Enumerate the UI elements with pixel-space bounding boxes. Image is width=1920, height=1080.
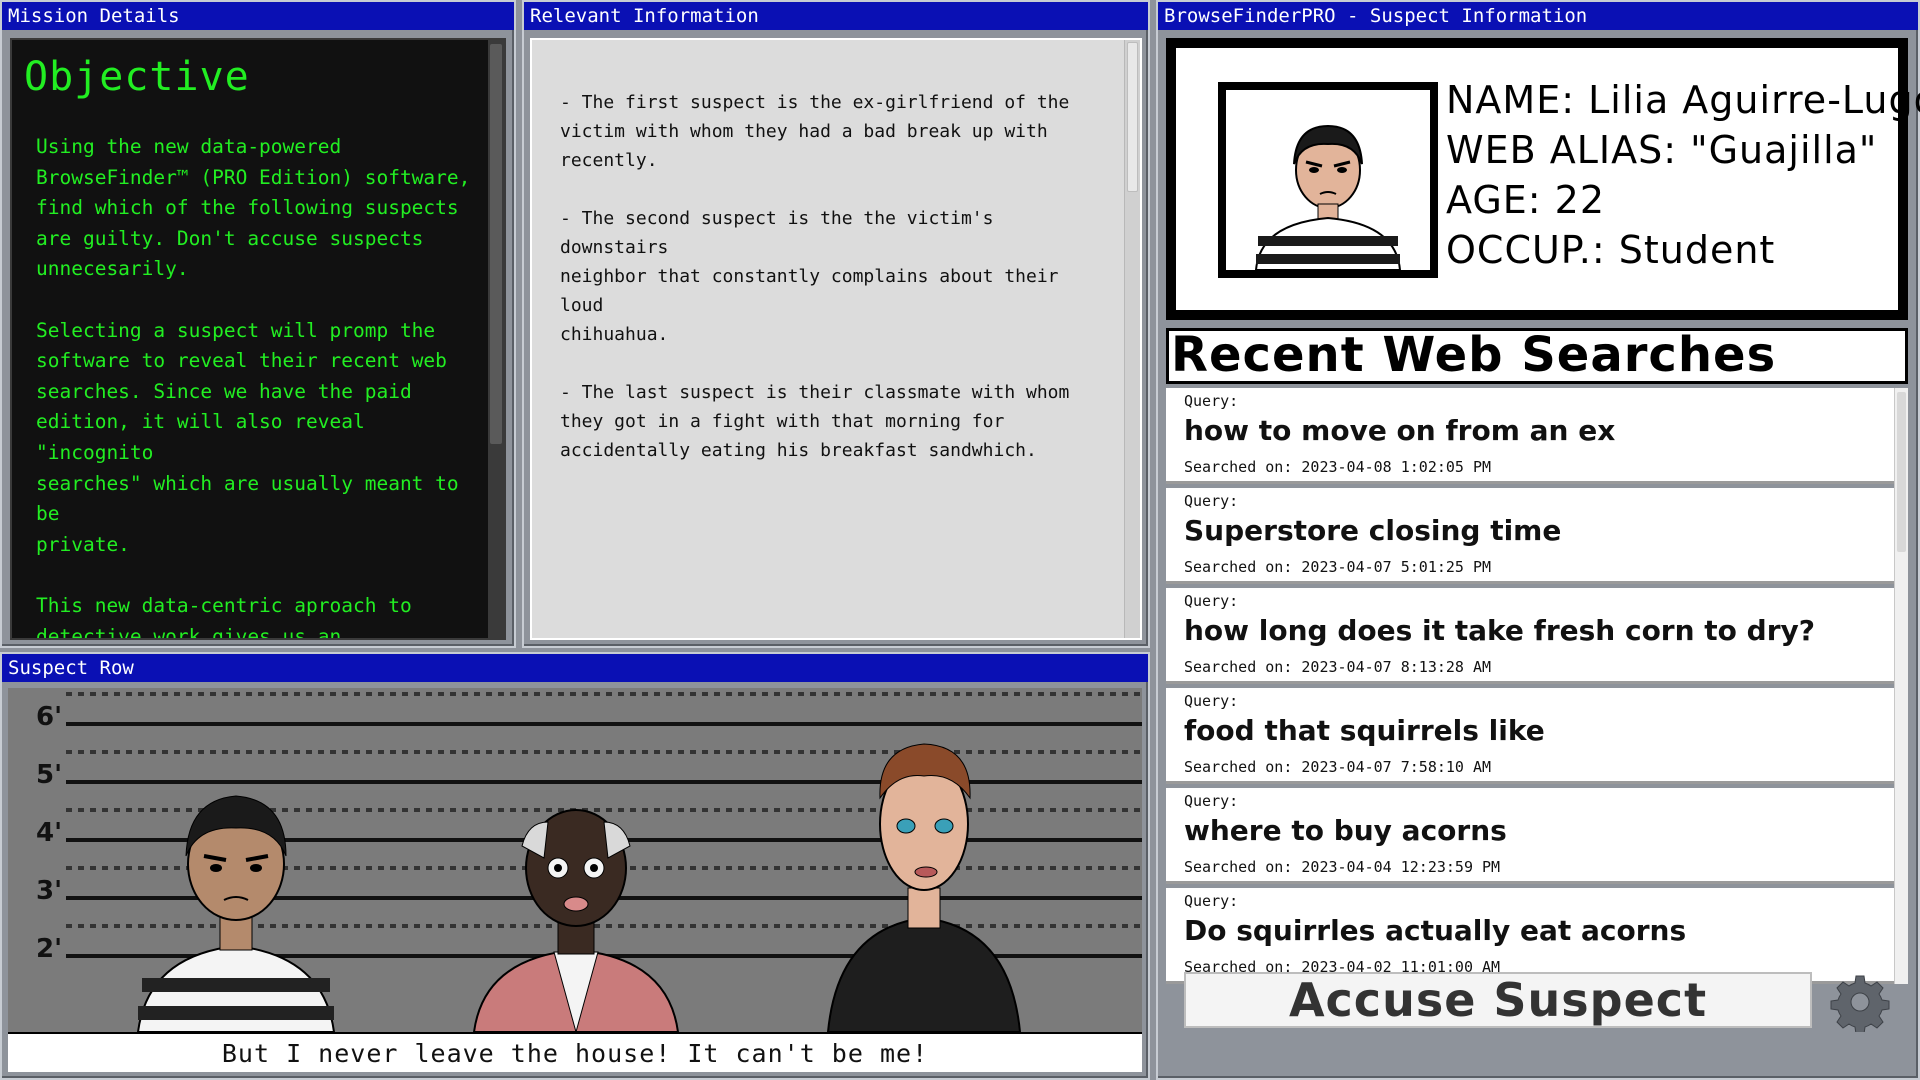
recent-searches-heading: Recent Web Searches (1166, 328, 1908, 384)
query-date: Searched on: 2023-04-04 12:23:59 PM (1184, 858, 1501, 876)
query-text: food that squirrels like (1184, 714, 1545, 747)
mission-details-pane: Objective Using the new data-powered Bro… (10, 38, 506, 640)
relevant-info-title: Relevant Information (524, 2, 1148, 30)
height-label-3: 3' (36, 876, 63, 906)
suspect-portrait-frame (1218, 82, 1438, 278)
query-text: where to buy acorns (1184, 814, 1507, 847)
query-date: Searched on: 2023-04-08 1:02:05 PM (1184, 458, 1492, 476)
suspect-portrait (1226, 90, 1430, 271)
objective-text: Using the new data-powered BrowseFinder™… (36, 135, 471, 640)
relevant-info-pane: - The first suspect is the ex-girlfriend… (530, 38, 1142, 640)
relevant-info-window: Relevant Information - The first suspect… (522, 0, 1150, 648)
search-item: Query: how long does it take fresh corn … (1166, 588, 1894, 684)
mission-details-window: Mission Details Objective Using the new … (0, 0, 516, 648)
search-item: Query: Superstore closing time Searched … (1166, 488, 1894, 584)
info-scroll-thumb[interactable] (1127, 42, 1138, 192)
query-text: how to move on from an ex (1184, 414, 1616, 447)
query-label: Query: (1184, 392, 1239, 410)
suspect-1-figure[interactable] (136, 795, 336, 1032)
gear-icon[interactable] (1830, 972, 1890, 1035)
suspect-2-figure[interactable] (472, 809, 680, 1032)
mission-scroll-thumb[interactable] (490, 44, 502, 444)
suspect-row-window: Suspect Row 6' 5' 4' 3' 2' But I never l… (0, 652, 1150, 1080)
suspect-dialogue-caption: But I never leave the house! It can't be… (8, 1032, 1142, 1072)
suspect-occupation: OCCUP.: Student (1446, 228, 1776, 272)
query-label: Query: (1184, 692, 1239, 710)
query-text: Do squirrles actually eat acorns (1184, 914, 1687, 947)
query-label: Query: (1184, 592, 1239, 610)
query-label: Query: (1184, 892, 1239, 910)
query-label: Query: (1184, 492, 1239, 510)
search-list-scroll-thumb[interactable] (1897, 392, 1906, 552)
query-text: Superstore closing time (1184, 514, 1562, 547)
query-date: Searched on: 2023-04-07 8:13:28 AM (1184, 658, 1492, 676)
query-date: Searched on: 2023-04-07 5:01:25 PM (1184, 558, 1492, 576)
suspect-row-title: Suspect Row (2, 654, 1148, 682)
query-date: Searched on: 2023-04-07 7:58:10 AM (1184, 758, 1492, 776)
search-list[interactable]: Query: how to move on from an ex Searche… (1166, 388, 1908, 984)
mission-details-title: Mission Details (2, 2, 514, 30)
suspect-age: AGE: 22 (1446, 178, 1606, 222)
info-scrollbar[interactable] (1124, 40, 1140, 638)
height-label-2: 2' (36, 934, 63, 964)
suspect-card: NAME: Lilia Aguirre-Lugo WEB ALIAS: "Gua… (1166, 38, 1920, 320)
suspect-name: NAME: Lilia Aguirre-Lugo (1446, 78, 1920, 122)
query-text: how long does it take fresh corn to dry? (1184, 614, 1816, 647)
suspect-alias: WEB ALIAS: "Guajilla" (1446, 128, 1878, 172)
height-label-4: 4' (36, 818, 63, 848)
suspect-info-title: BrowseFinderPRO - Suspect Information (1158, 2, 1918, 30)
height-label-5: 5' (36, 760, 63, 790)
search-list-scrollbar[interactable] (1894, 388, 1908, 984)
relevant-info-text: - The first suspect is the ex-girlfriend… (560, 92, 1070, 461)
search-item: Query: food that squirrels like Searched… (1166, 688, 1894, 784)
suspect-3-figure[interactable] (826, 743, 1022, 1032)
suspect-info-window: BrowseFinderPRO - Suspect Information NA… (1156, 0, 1920, 1080)
mission-scrollbar[interactable] (488, 40, 504, 638)
query-label: Query: (1184, 792, 1239, 810)
search-item: Query: where to buy acorns Searched on: … (1166, 788, 1894, 884)
lineup-backdrop: 6' 5' 4' 3' 2' (8, 688, 1142, 1072)
accuse-suspect-button[interactable]: Accuse Suspect (1184, 972, 1812, 1028)
objective-heading: Objective (24, 54, 250, 100)
search-item: Query: how to move on from an ex Searche… (1166, 388, 1894, 484)
height-label-6: 6' (36, 702, 63, 732)
search-item: Query: Do squirrles actually eat acorns … (1166, 888, 1894, 984)
